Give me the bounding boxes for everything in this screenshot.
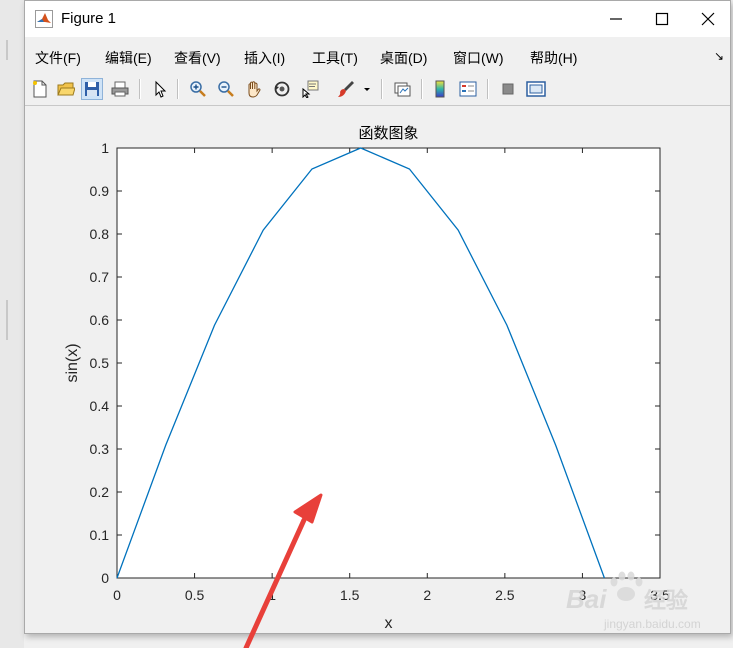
legend-icon bbox=[459, 81, 477, 97]
show-plot-tools-button[interactable] bbox=[525, 78, 547, 100]
menu-tools[interactable]: 工具(T) bbox=[312, 48, 358, 68]
menu-file[interactable]: 文件(F) bbox=[35, 48, 81, 68]
chart-title: 函数图象 bbox=[358, 125, 418, 142]
y-tick-label: 0.9 bbox=[90, 183, 110, 199]
link-plot-button[interactable] bbox=[391, 78, 413, 100]
rotate-3d-button[interactable] bbox=[271, 78, 293, 100]
y-tick-label: 0.4 bbox=[90, 398, 110, 414]
x-tick-label: 1 bbox=[268, 587, 276, 603]
menu-view[interactable]: 查看(V) bbox=[174, 48, 221, 68]
figure-toolbar bbox=[25, 73, 730, 106]
zoom-in-button[interactable] bbox=[187, 78, 209, 100]
rotate-3d-icon bbox=[274, 81, 290, 97]
window-title: Figure 1 bbox=[61, 10, 117, 27]
hide-plot-tools-button[interactable] bbox=[497, 78, 519, 100]
menu-edit[interactable]: 编辑(E) bbox=[105, 48, 152, 68]
y-tick-label: 0.2 bbox=[90, 484, 110, 500]
y-tick-label: 0.7 bbox=[90, 269, 110, 285]
toolbar-expand-icon[interactable]: ↘ bbox=[714, 49, 724, 63]
y-tick-label: 1 bbox=[101, 140, 109, 156]
plot-svg[interactable]: 0 0.5 1 1.5 2 2.5 3 3.5 0 0.1 0.2 0.3 0.4 0.5 0.6 0.7 0.… bbox=[25, 106, 730, 633]
save-button[interactable] bbox=[81, 78, 103, 100]
pan-hand-icon bbox=[248, 81, 261, 98]
x-tick-label: 0 bbox=[113, 587, 121, 603]
x-tick-label: 3.5 bbox=[650, 587, 670, 603]
open-file-icon bbox=[57, 82, 75, 96]
y-axis-label: sin(x) bbox=[64, 343, 81, 382]
print-icon bbox=[111, 81, 129, 97]
hide-plot-tools-icon bbox=[502, 83, 514, 95]
maximize-button[interactable] bbox=[639, 1, 685, 37]
zoom-out-icon bbox=[218, 81, 234, 97]
pan-button[interactable] bbox=[243, 78, 265, 100]
figure-canvas[interactable]: 0 0.5 1 1.5 2 2.5 3 3.5 0 0.1 0.2 0.3 0.4 0.5 0.6 0.7 0.… bbox=[25, 106, 730, 633]
minimize-button[interactable] bbox=[593, 1, 639, 37]
brush-button[interactable] bbox=[335, 78, 357, 100]
print-button[interactable] bbox=[109, 78, 131, 100]
new-figure-button[interactable] bbox=[29, 78, 51, 100]
minimize-icon bbox=[610, 18, 622, 20]
y-tick-label: 0.1 bbox=[90, 527, 110, 543]
y-tick-label: 0 bbox=[101, 570, 109, 586]
show-plot-tools-icon bbox=[526, 81, 546, 97]
brush-dropdown-icon bbox=[364, 88, 370, 91]
zoom-out-button[interactable] bbox=[215, 78, 237, 100]
menu-window[interactable]: 窗口(W) bbox=[453, 48, 504, 68]
figure-window: Figure 1 文件(F) 编辑(E) 查看(V) 插入(I) 工具(T) 桌… bbox=[24, 0, 731, 634]
insert-legend-button[interactable] bbox=[457, 78, 479, 100]
data-cursor-icon bbox=[302, 80, 319, 98]
edit-plot-arrow-icon bbox=[155, 80, 167, 98]
brush-icon bbox=[338, 81, 354, 97]
y-tick-label: 0.6 bbox=[90, 312, 110, 328]
zoom-in-icon bbox=[190, 81, 206, 97]
save-icon bbox=[85, 82, 99, 96]
y-tick-label: 0.8 bbox=[90, 226, 110, 242]
close-icon bbox=[701, 12, 715, 26]
insert-colorbar-button[interactable] bbox=[429, 78, 451, 100]
x-tick-label: 1.5 bbox=[340, 587, 360, 603]
x-tick-label: 0.5 bbox=[185, 587, 205, 603]
x-axis-label: x bbox=[385, 615, 393, 632]
edit-plot-button[interactable] bbox=[149, 78, 171, 100]
x-tick-label: 2 bbox=[423, 587, 431, 603]
x-tick-label: 2.5 bbox=[495, 587, 515, 603]
link-plot-icon bbox=[394, 82, 411, 97]
menu-help[interactable]: 帮助(H) bbox=[530, 48, 577, 68]
menu-bar: 文件(F) 编辑(E) 查看(V) 插入(I) 工具(T) 桌面(D) 窗口(W… bbox=[25, 37, 730, 73]
close-button[interactable] bbox=[685, 1, 731, 37]
open-file-button[interactable] bbox=[55, 78, 77, 100]
y-tick-label: 0.5 bbox=[90, 355, 110, 371]
data-cursor-button[interactable] bbox=[299, 78, 321, 100]
new-figure-icon bbox=[33, 80, 47, 98]
y-tick-label: 0.3 bbox=[90, 441, 110, 457]
menu-desktop[interactable]: 桌面(D) bbox=[380, 48, 427, 68]
maximize-icon bbox=[655, 12, 669, 26]
title-bar[interactable]: Figure 1 bbox=[25, 1, 730, 37]
menu-insert[interactable]: 插入(I) bbox=[244, 48, 285, 68]
colorbar-icon bbox=[435, 80, 445, 98]
x-tick-label: 3 bbox=[579, 587, 587, 603]
brush-dropdown-button[interactable] bbox=[361, 78, 373, 100]
matlab-logo-icon bbox=[35, 10, 53, 28]
background-window-edge bbox=[0, 0, 24, 648]
